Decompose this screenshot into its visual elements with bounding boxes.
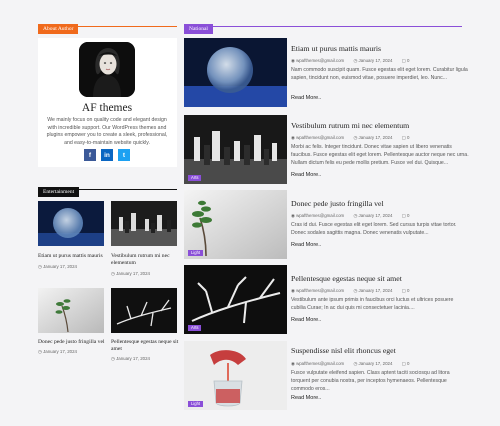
author-name: AF themes [81,102,133,114]
national-thumb-2[interactable]: Arts [184,115,287,184]
national-author-5[interactable]: wpafthemes@gmail.com [296,361,344,366]
entertainment-date-1-text: January 17, 2024 [43,264,77,269]
comment-icon: ▢ 0 [401,58,410,63]
national-title-2[interactable]: Vestibulum rutrum mi nec elementum [291,121,409,131]
category-badge-2[interactable]: Arts [188,175,202,181]
national-title-1[interactable]: Etiam ut purus mattis mauris [291,44,381,54]
entertainment-date-4-text: January 17, 2024 [116,356,150,361]
national-meta-1: ◉ wpafthemes@gmail.com ◷ January 17, 202… [291,58,418,64]
national-thumb-3[interactable]: Light [184,190,287,259]
read-more-1[interactable]: Read More.. [291,95,321,101]
national-excerpt-4: Vestibulum ante ipsum primis in faucibus… [291,297,454,311]
comment-icon: ▢ 0 [401,213,410,218]
author-icon: ◉ wpafthemes@gmail.com [291,58,345,63]
author-icon: ◉ wpafthemes@gmail.com [291,135,345,140]
entertainment-title-1[interactable]: Etiam ut purus mattis mauris [38,253,108,260]
entertainment-title-3[interactable]: Donec pede justo fringilla vel [38,339,108,346]
national-date-2: January 17, 2024 [358,135,393,140]
national-comments-3[interactable]: 0 [407,213,409,218]
national-meta-3: ◉ wpafthemes@gmail.com ◷ January 17, 202… [291,213,418,219]
read-more-2[interactable]: Read More.. [291,172,321,178]
author-icon: ◉ wpafthemes@gmail.com [291,288,345,293]
entertainment-thumb-2[interactable] [111,201,177,246]
national-excerpt-5: Fusce vulputate eleifend sapien. Class a… [291,370,450,392]
entertainment-date-4: ◷ January 17, 2024 [111,356,150,361]
national-thumb-4[interactable]: Arts [184,265,287,334]
national-title-5[interactable]: Suspendisse nisl elit rhoncus eget [291,346,396,356]
entertainment-heading: Entertainment [38,187,80,197]
category-badge-4[interactable]: Arts [188,325,202,331]
date-icon: ◷ January 17, 2024 [353,288,393,293]
national-excerpt-3: Cras id dui. Fusce egestas elit eget lor… [291,222,457,236]
date-icon: ◷ January 17, 2024 [353,213,393,218]
facebook-icon[interactable]: f [84,149,96,161]
date-icon: ◷ January 17, 2024 [353,361,393,366]
national-comments-2[interactable]: 0 [407,135,409,140]
about-author-header: About Author [38,17,177,34]
author-bio: We mainly focus on quality code and eleg… [46,117,168,146]
national-meta-2: ◉ wpafthemes@gmail.com ◷ January 17, 202… [291,135,418,141]
author-avatar [79,42,135,97]
national-date-5: January 17, 2024 [358,361,393,366]
page: About Author AF themes We mainly focus o… [0,0,500,426]
entertainment-thumb-3[interactable] [38,288,104,333]
national-heading: National [184,24,213,34]
twitter-icon[interactable]: t [118,149,130,161]
national-date-4: January 17, 2024 [358,288,393,293]
national-comments-4[interactable]: 0 [407,288,409,293]
entertainment-header: Entertainment [38,180,177,197]
comment-icon: ▢ 0 [401,361,410,366]
national-date-1: January 17, 2024 [358,58,393,63]
entertainment-date-2-text: January 17, 2024 [116,271,150,276]
entertainment-title-2[interactable]: Vestibulum rutrum mi nec elementum [111,253,181,267]
national-author-1[interactable]: wpafthemes@gmail.com [296,58,344,63]
national-comments-5[interactable]: 0 [407,361,409,366]
read-more-5[interactable]: Read More.. [291,395,321,401]
entertainment-date-3: ◷ January 17, 2024 [38,349,77,354]
category-badge-5[interactable]: Light [188,401,204,407]
about-author-heading: About Author [38,24,79,34]
date-icon: ◷ January 17, 2024 [353,135,393,140]
national-author-4[interactable]: wpafthemes@gmail.com [296,288,344,293]
entertainment-date-2: ◷ January 17, 2024 [111,271,150,276]
entertainment-date-1: ◷ January 17, 2024 [38,264,77,269]
national-date-3: January 17, 2024 [358,213,393,218]
national-meta-4: ◉ wpafthemes@gmail.com ◷ January 17, 202… [291,288,418,294]
entertainment-title-4[interactable]: Pellentesque egestas neque sit amet [111,339,181,353]
national-header: National [184,17,462,34]
linkedin-icon[interactable]: in [101,149,113,161]
national-comments-1[interactable]: 0 [407,58,409,63]
national-excerpt-1: Nam commodo suscipit quam. Fusce egestas… [291,67,468,81]
comment-icon: ▢ 0 [401,288,410,293]
entertainment-thumb-4[interactable] [111,288,177,333]
read-more-3[interactable]: Read More.. [291,242,321,248]
comment-icon: ▢ 0 [401,135,410,140]
national-excerpt-2: Morbi ac felis. Integer tincidunt. Donec… [291,144,469,166]
entertainment-date-3-text: January 17, 2024 [43,349,77,354]
date-icon: ◷ January 17, 2024 [353,58,393,63]
national-title-4[interactable]: Pellentesque egestas neque sit amet [291,274,402,284]
entertainment-thumb-1[interactable] [38,201,104,246]
read-more-4[interactable]: Read More.. [291,317,321,323]
national-thumb-5[interactable]: Light [184,341,287,410]
author-card: AF themes We mainly focus on quality cod… [38,38,177,167]
category-badge-3[interactable]: Light [188,250,204,256]
national-meta-5: ◉ wpafthemes@gmail.com ◷ January 17, 202… [291,361,418,367]
national-title-3[interactable]: Donec pede justo fringilla vel [291,199,384,209]
author-icon: ◉ wpafthemes@gmail.com [291,213,345,218]
national-author-2[interactable]: wpafthemes@gmail.com [296,135,344,140]
national-author-3[interactable]: wpafthemes@gmail.com [296,213,344,218]
author-icon: ◉ wpafthemes@gmail.com [291,361,345,366]
national-thumb-1[interactable] [184,38,287,107]
